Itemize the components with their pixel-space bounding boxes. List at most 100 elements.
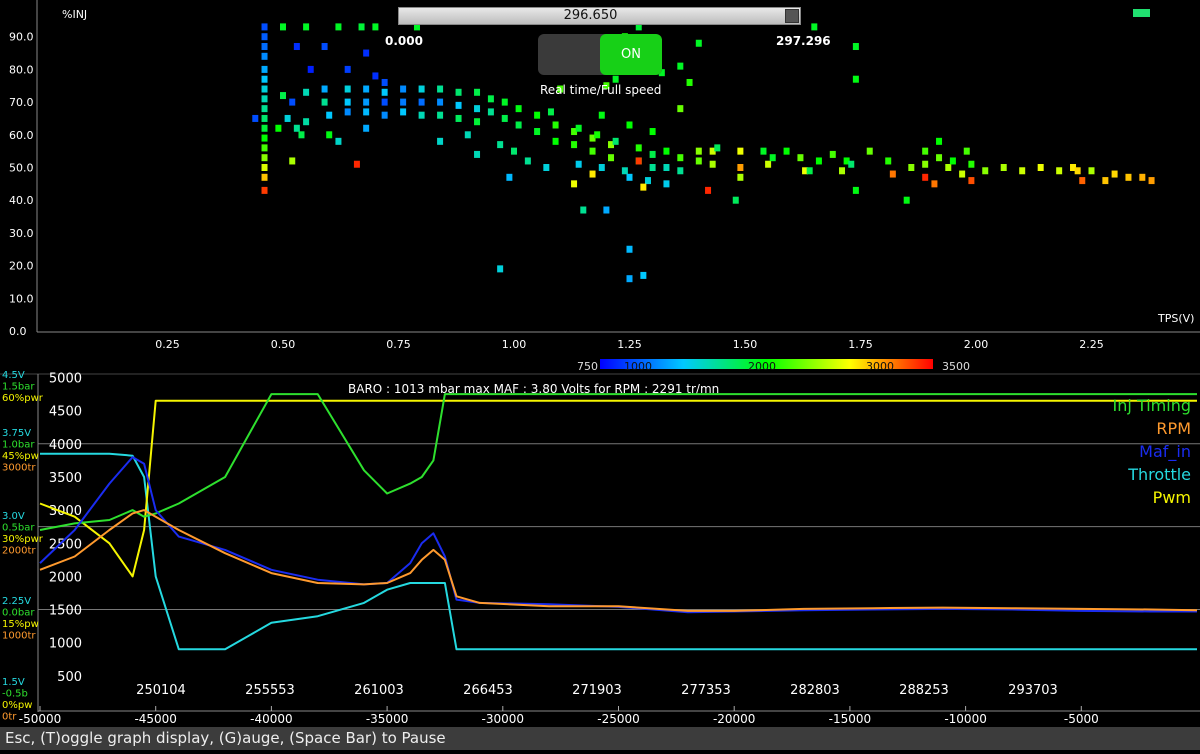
series-line-maf-in <box>39 456 1197 614</box>
scatter-point <box>344 65 351 73</box>
scatter-point <box>612 75 619 83</box>
scatter-x-tick: 0.25 <box>155 338 180 351</box>
toggle-on-state: ON <box>600 34 662 75</box>
scatter-point <box>949 157 956 165</box>
slider-thumb[interactable] <box>785 9 799 23</box>
scatter-y-axis-label: %INJ <box>62 8 87 21</box>
scatter-point <box>608 154 615 162</box>
scatter-point <box>261 114 268 122</box>
scatter-point <box>261 173 268 181</box>
scatter-point <box>418 98 425 106</box>
axis-unit-label: 60%pwr <box>2 393 44 404</box>
scatter-point <box>363 98 370 106</box>
scatter-point <box>298 131 305 139</box>
scatter-point <box>848 160 855 168</box>
scatter-point <box>261 85 268 93</box>
scatter-point <box>649 164 656 171</box>
scatter-point <box>936 154 943 162</box>
scatter-point <box>321 43 328 51</box>
scatter-point <box>769 154 776 162</box>
rpm-tick: 5000 <box>49 372 82 387</box>
scatter-point <box>839 167 846 175</box>
scatter-point <box>806 167 813 175</box>
scatter-point <box>612 137 619 145</box>
series-line-pwm <box>39 399 1197 578</box>
scatter-point <box>686 78 693 86</box>
colorbar-label-750: 750 <box>577 360 598 373</box>
scatter-point <box>437 98 444 106</box>
scatter-point <box>261 144 268 152</box>
sample-index-tick: 261003 <box>354 683 404 698</box>
sample-index-tick: 293703 <box>1008 683 1058 698</box>
series-line-inj-timing <box>39 393 1197 531</box>
chart-canvas: %INJ TPS(V) 90.0 80.0 70.0 60.0 50.0 40.0 30.0… <box>0 0 1200 726</box>
scatter-y-tick: 90.0 <box>9 31 34 44</box>
scatter-point <box>506 173 513 181</box>
axis-unit-label: 0.0bar <box>2 608 35 619</box>
scatter-point <box>709 160 716 168</box>
graph-window: %INJ TPS(V) 90.0 80.0 70.0 60.0 50.0 40.0 30.0… <box>0 0 1200 750</box>
timeseries-panel[interactable]: 500045004000350030002500200015001000500 … <box>0 370 1200 726</box>
legend-entry: Maf_in <box>1139 442 1191 462</box>
scatter-point <box>626 245 633 253</box>
scatter-point <box>959 170 966 178</box>
scatter-point <box>284 114 291 122</box>
scatter-point <box>635 157 642 165</box>
scatter-point <box>732 196 739 204</box>
scatter-point <box>515 105 522 113</box>
sample-index-tick: 282803 <box>790 683 840 698</box>
scatter-point <box>677 62 684 70</box>
scatter-point <box>635 144 642 152</box>
scatter-point <box>571 141 578 149</box>
scatter-point <box>903 196 910 204</box>
axis-unit-label: 45%pw <box>2 451 39 462</box>
realtime-toggle[interactable]: ON <box>538 34 662 75</box>
scatter-y-tick: 70.0 <box>9 96 34 109</box>
scatter-point <box>644 177 651 185</box>
scatter-point <box>497 265 504 273</box>
scatter-point <box>1125 173 1132 181</box>
scatter-point <box>1148 177 1155 185</box>
scatter-x-tick: 0.50 <box>271 338 296 351</box>
scatter-point <box>626 275 633 283</box>
playback-slider[interactable]: 296.650 <box>398 7 801 25</box>
scatter-point <box>474 105 481 113</box>
scatter-point <box>695 157 702 165</box>
scatter-point <box>275 124 282 132</box>
scatter-marker-indicator <box>1133 9 1150 17</box>
scatter-point <box>261 186 268 194</box>
scatter-point <box>487 95 494 103</box>
time-tick: -25000 <box>597 712 640 726</box>
scatter-point <box>922 173 929 181</box>
scatter-point <box>293 124 300 132</box>
scatter-point <box>598 164 605 171</box>
scatter-point <box>931 180 938 188</box>
time-tick: -15000 <box>829 712 872 726</box>
range-min-label: 0.000 <box>385 34 423 48</box>
scatter-point <box>598 111 605 119</box>
scatter-point <box>534 128 541 136</box>
scatter-point <box>344 108 351 116</box>
time-tick: -30000 <box>482 712 525 726</box>
scatter-point <box>289 98 296 106</box>
scatter-point <box>261 95 268 103</box>
scatter-point <box>261 43 268 51</box>
scatter-point <box>381 88 388 96</box>
scatter-point <box>474 150 481 158</box>
axis-unit-label: 0tr <box>2 712 17 723</box>
timeseries-legend: Inj Timing RPM Maf_in Throttle Pwm <box>1113 396 1191 507</box>
scatter-point <box>381 98 388 106</box>
scatter-point <box>797 154 804 162</box>
scatter-point <box>783 147 790 155</box>
scatter-point <box>621 167 628 175</box>
axis-unit-label: 1.5V <box>2 677 25 688</box>
scatter-point <box>363 49 370 57</box>
scatter-point <box>400 98 407 106</box>
scatter-point <box>885 157 892 165</box>
scatter-point <box>363 108 370 116</box>
scatter-point <box>649 128 656 136</box>
scatter-point <box>811 23 818 31</box>
scatter-point <box>280 23 286 31</box>
scatter-point <box>497 141 504 149</box>
axis-unit-label: -0.5b <box>2 689 28 700</box>
